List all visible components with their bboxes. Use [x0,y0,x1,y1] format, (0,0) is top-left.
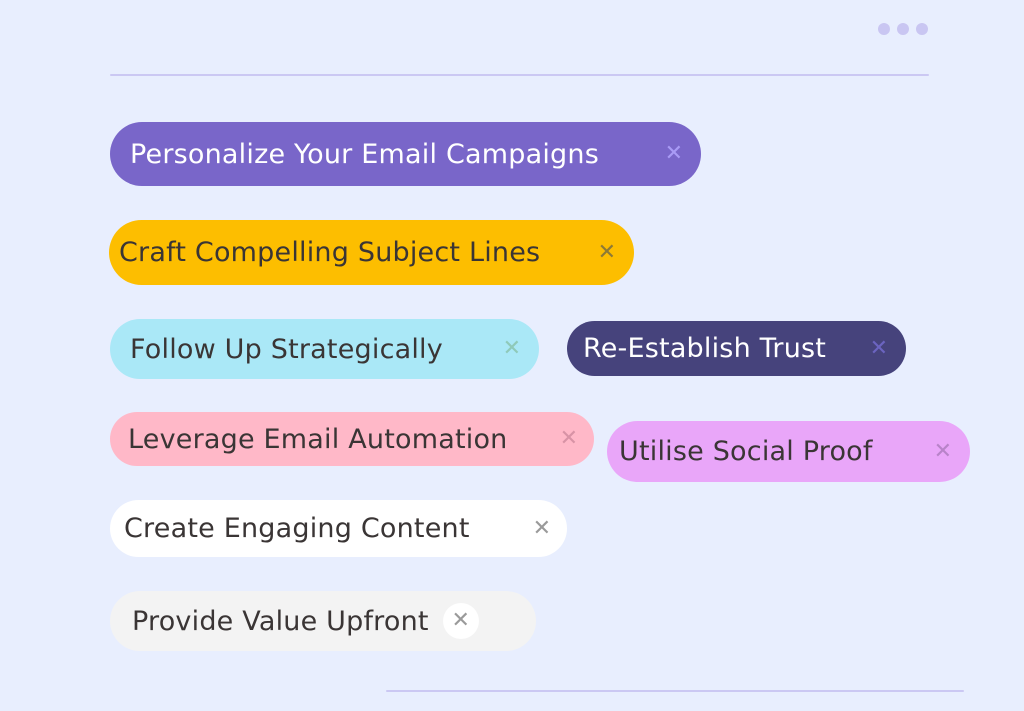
tag-chip[interactable]: Craft Compelling Subject Lines ✕ [109,220,634,285]
tag-chip[interactable]: Personalize Your Email Campaigns ✕ [110,122,701,186]
tag-chip[interactable]: Create Engaging Content ✕ [110,500,567,557]
tag-chip[interactable]: Re-Establish Trust ✕ [567,321,906,376]
close-icon[interactable]: ✕ [503,338,521,360]
tag-chip[interactable]: Follow Up Strategically ✕ [110,319,539,379]
tag-label: Re-Establish Trust [583,333,827,364]
tag-label: Personalize Your Email Campaigns [130,138,599,170]
top-divider [110,74,929,76]
bottom-divider [386,690,964,692]
tag-label: Create Engaging Content [124,513,470,544]
tag-chip[interactable]: Leverage Email Automation ✕ [110,412,594,466]
close-icon[interactable]: ✕ [560,428,578,450]
close-icon[interactable]: ✕ [665,143,683,165]
more-horizontal-icon-dot [897,23,909,35]
more-horizontal-icon-dot [878,23,890,35]
tag-label: Craft Compelling Subject Lines [119,237,541,268]
close-icon[interactable]: ✕ [533,517,551,540]
tag-label: Follow Up Strategically [130,333,443,365]
close-icon[interactable]: ✕ [870,337,888,360]
tag-label: Utilise Social Proof [619,436,873,467]
more-horizontal-icon-dot [916,23,928,35]
close-icon[interactable]: ✕ [934,440,952,463]
more-options-button[interactable] [878,23,928,35]
close-icon[interactable]: ✕ [442,603,479,639]
tag-label: Leverage Email Automation [128,423,508,455]
tag-chip[interactable]: Provide Value Upfront ✕ [110,591,536,651]
close-icon[interactable]: ✕ [598,241,616,264]
tag-label: Provide Value Upfront [132,605,429,637]
tag-chip[interactable]: Utilise Social Proof ✕ [607,421,970,482]
